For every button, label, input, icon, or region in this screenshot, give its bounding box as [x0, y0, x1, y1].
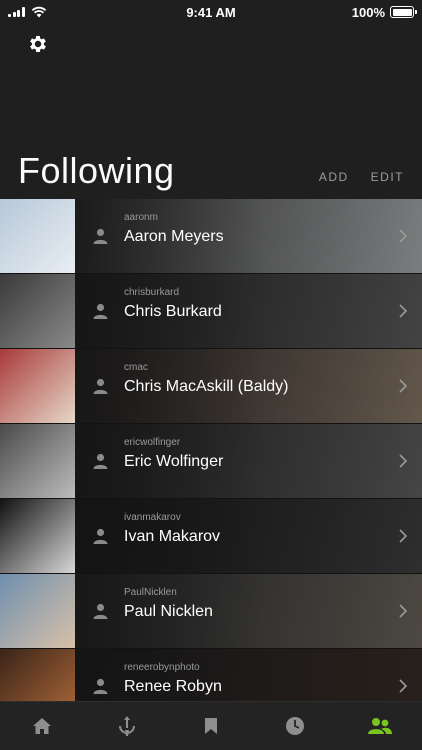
username: reneerobynphoto	[124, 662, 200, 673]
tab-bar	[0, 701, 422, 750]
battery-percent: 100%	[351, 4, 385, 20]
username: aaronm	[124, 212, 158, 223]
cellular-signal-icon	[8, 7, 25, 17]
username: ivanmakarov	[124, 512, 181, 523]
display-name: Eric Wolfinger	[124, 453, 224, 470]
display-name: Ivan Makarov	[124, 528, 221, 545]
status-bar: 9:41 AM 100%	[0, 0, 422, 24]
tab-following[interactable]	[360, 706, 400, 746]
tab-home[interactable]	[22, 706, 62, 746]
person-icon	[93, 603, 108, 619]
avatar	[0, 574, 75, 648]
status-left	[8, 6, 47, 18]
bookmark-icon	[204, 718, 217, 734]
recent-clock-icon	[286, 717, 305, 735]
person-icon	[93, 228, 108, 244]
following-row[interactable]: PaulNicklen Paul Nicklen	[0, 574, 422, 649]
following-header: Following ADD EDIT	[0, 140, 422, 198]
settings-button[interactable]	[24, 30, 52, 58]
following-row[interactable]: chrisburkard Chris Burkard	[0, 274, 422, 349]
chevron-right-icon	[399, 379, 408, 393]
username: PaulNicklen	[124, 587, 177, 598]
tab-explore[interactable]	[107, 706, 147, 746]
avatar	[0, 274, 75, 348]
status-right: 100%	[351, 4, 417, 20]
avatar	[0, 499, 75, 573]
header-actions: ADD EDIT	[319, 170, 404, 184]
following-row[interactable]: ivanmakarov Ivan Makarov	[0, 499, 422, 574]
home-icon	[33, 718, 52, 734]
username: chrisburkard	[124, 287, 180, 298]
avatar	[0, 424, 75, 498]
chevron-right-icon	[399, 454, 408, 468]
explore-icon	[118, 716, 135, 736]
username: ericwolfinger	[124, 437, 181, 448]
page-title: Following	[18, 150, 175, 191]
display-name: Aaron Meyers	[124, 228, 224, 245]
person-icon	[93, 678, 108, 694]
following-row[interactable]: aaronm Aaron Meyers	[0, 199, 422, 274]
person-icon	[93, 528, 108, 544]
battery-icon	[390, 6, 417, 18]
person-icon	[93, 378, 108, 394]
person-icon	[93, 453, 108, 469]
avatar	[0, 349, 75, 423]
following-row[interactable]: ericwolfinger Eric Wolfinger	[0, 424, 422, 499]
following-list[interactable]: aaronm Aaron Meyers chrisburkard Chris B…	[0, 199, 422, 701]
avatar	[0, 649, 75, 701]
gear-icon	[30, 36, 46, 52]
chevron-right-icon	[399, 604, 408, 618]
chevron-right-icon	[399, 304, 408, 318]
person-icon	[93, 303, 108, 319]
add-button[interactable]: ADD	[319, 170, 349, 184]
chevron-right-icon	[399, 229, 408, 243]
username: cmac	[124, 362, 148, 373]
display-name: Paul Nicklen	[124, 603, 213, 620]
following-row[interactable]: cmac Chris MacAskill (Baldy)	[0, 349, 422, 424]
edit-button[interactable]: EDIT	[371, 170, 404, 184]
following-row[interactable]: reneerobynphoto Renee Robyn	[0, 649, 422, 701]
chevron-right-icon	[399, 529, 408, 543]
display-name: Chris MacAskill (Baldy)	[124, 378, 289, 395]
tab-recent[interactable]	[275, 706, 315, 746]
display-name: Chris Burkard	[124, 303, 222, 320]
avatar	[0, 199, 75, 273]
tab-saved[interactable]	[191, 706, 231, 746]
chevron-right-icon	[399, 679, 408, 693]
display-name: Renee Robyn	[124, 678, 222, 695]
following-people-icon	[367, 718, 392, 734]
wifi-icon	[31, 6, 46, 18]
